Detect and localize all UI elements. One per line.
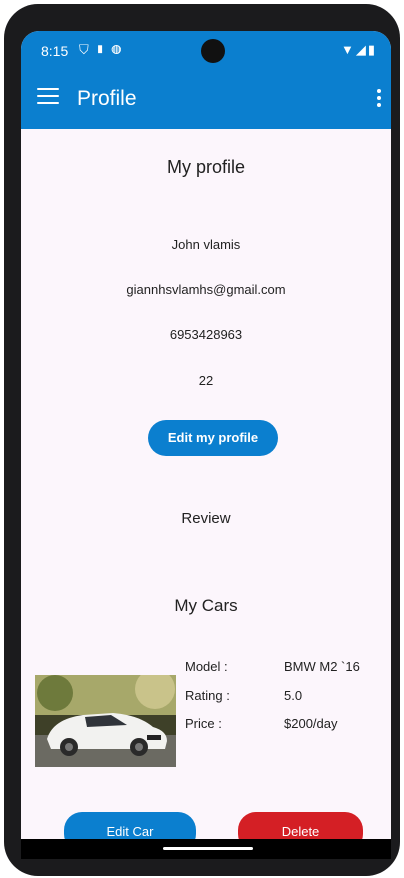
battery-icon: ▮ xyxy=(367,42,377,57)
app-notification-icon: ◍ xyxy=(111,42,128,57)
home-gesture-bar[interactable] xyxy=(163,847,253,850)
car-price-label: Price : xyxy=(185,716,222,731)
sim-card-icon: ▮ xyxy=(94,42,112,57)
edit-profile-button[interactable]: Edit my profile xyxy=(148,420,278,456)
screen: 8:15 ⛉▮◍ ▼◢▮ Profile My profile John vla… xyxy=(21,31,391,859)
profile-name: John vlamis xyxy=(171,237,241,252)
signal-icon: ◢ xyxy=(355,42,368,57)
more-vert-icon[interactable] xyxy=(375,89,383,111)
car-image[interactable] xyxy=(35,675,176,767)
wifi-icon: ▼ xyxy=(340,42,356,57)
page-title: Profile xyxy=(77,87,137,110)
car-rating-value: 5.0 xyxy=(284,688,303,703)
profile-heading: My profile xyxy=(166,157,246,177)
car-model-label: Model : xyxy=(185,659,228,674)
status-bar: 8:15 ⛉▮◍ ▼◢▮ xyxy=(21,31,391,71)
shield-icon: ⛉ xyxy=(79,42,95,57)
status-time: 8:15 xyxy=(41,43,69,59)
profile-phone: 6953428963 xyxy=(169,327,243,342)
my-cars-heading: My Cars xyxy=(174,596,238,615)
car-rating-label: Rating : xyxy=(185,688,230,703)
phone-frame: 8:15 ⛉▮◍ ▼◢▮ Profile My profile John vla… xyxy=(4,4,400,876)
profile-age: 22 xyxy=(198,373,214,388)
profile-email: giannhsvlamhs@gmail.com xyxy=(126,282,286,297)
app-bar: Profile xyxy=(21,71,391,129)
camera-cutout xyxy=(201,39,225,63)
car-model-value: BMW M2 `16 xyxy=(284,659,360,674)
navigation-bar xyxy=(21,839,391,859)
menu-icon[interactable] xyxy=(37,88,59,110)
review-label[interactable]: Review xyxy=(21,510,391,527)
car-price-value: $200/day xyxy=(284,716,338,731)
